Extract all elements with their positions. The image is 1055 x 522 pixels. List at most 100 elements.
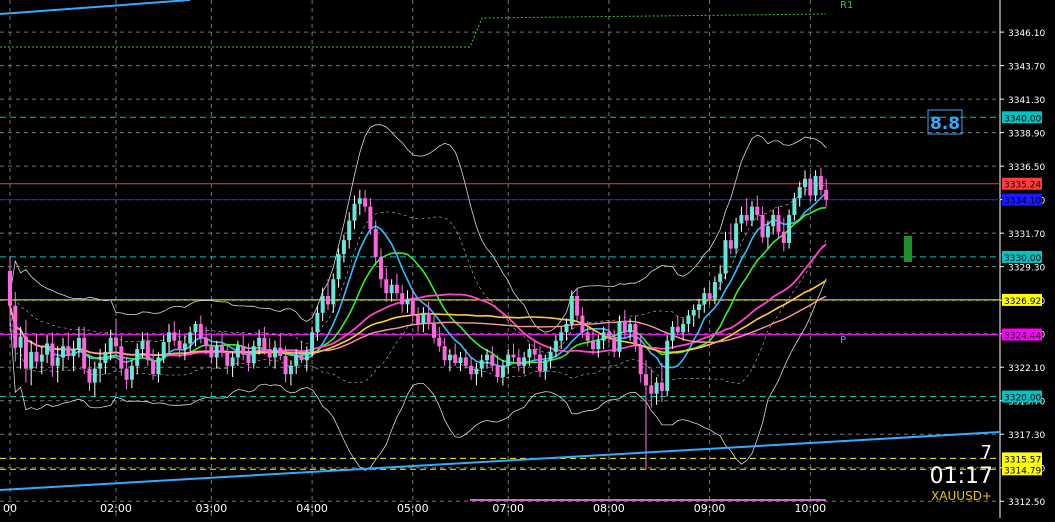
y-tick-label: 3331.70 bbox=[1008, 230, 1045, 240]
y-tick-label: 3338.90 bbox=[1008, 130, 1045, 140]
candle-body bbox=[135, 349, 140, 366]
candle-body bbox=[39, 354, 44, 362]
candle-body bbox=[320, 296, 325, 313]
candle-body bbox=[92, 368, 97, 383]
candle-body bbox=[432, 323, 436, 338]
pivot-r1-label: R1 bbox=[840, 0, 853, 11]
trend-line-lower bbox=[0, 431, 1001, 491]
candle-body bbox=[516, 357, 521, 366]
candle-body bbox=[198, 323, 203, 338]
candle-body bbox=[177, 340, 182, 350]
candle-body bbox=[204, 337, 209, 347]
bar-count-label: 7 bbox=[980, 442, 992, 463]
candle-body bbox=[585, 332, 590, 341]
candle-body bbox=[384, 279, 389, 294]
candle-body bbox=[209, 346, 214, 358]
candle-body bbox=[797, 187, 802, 199]
y-tick-label: 3341.30 bbox=[1008, 96, 1045, 106]
candle-body bbox=[580, 315, 585, 333]
y-tick-label: 3329.30 bbox=[1008, 264, 1045, 274]
candle-body bbox=[437, 337, 442, 347]
x-tick-label: 03:00 bbox=[196, 502, 228, 515]
candle-body bbox=[352, 203, 357, 221]
candle-body bbox=[442, 346, 447, 361]
candle-body bbox=[326, 296, 330, 305]
candle-body bbox=[776, 215, 781, 232]
candle-body bbox=[299, 354, 304, 361]
candle-body bbox=[416, 315, 421, 324]
time-axis: 00 02:00 03:00 04:00 05:00 07:00 08:00 09:00 10:… bbox=[3, 502, 826, 515]
candle-body bbox=[792, 198, 797, 216]
candle-body bbox=[235, 346, 240, 358]
candle-body bbox=[257, 337, 262, 347]
candle-body bbox=[273, 347, 277, 358]
x-tick-label: 10:00 bbox=[794, 502, 826, 515]
candle-body bbox=[506, 354, 511, 366]
candle-body bbox=[193, 323, 198, 333]
y-tick-label: 3346.10 bbox=[1008, 29, 1045, 39]
candle-body bbox=[500, 365, 505, 377]
candle-body bbox=[336, 254, 341, 280]
candle-body bbox=[723, 240, 728, 274]
candle-body bbox=[734, 223, 739, 249]
candle-body bbox=[98, 363, 103, 369]
candle-body bbox=[304, 351, 309, 361]
candle-body bbox=[495, 365, 500, 377]
candle-body bbox=[45, 343, 50, 355]
candle-body bbox=[718, 273, 723, 283]
candle-body bbox=[294, 354, 299, 366]
candle-body bbox=[712, 282, 717, 299]
candle-body bbox=[421, 312, 426, 324]
price-levels bbox=[0, 116, 1000, 470]
candle-body bbox=[818, 175, 823, 190]
candle-body bbox=[151, 360, 156, 375]
candle-body bbox=[87, 368, 92, 383]
candle-body bbox=[29, 351, 34, 369]
candle-body bbox=[490, 354, 495, 366]
candle-body bbox=[453, 354, 458, 364]
price-chart[interactable]: 3346.10 3343.70 3341.30 3338.90 3336.50 3334.… bbox=[0, 0, 1055, 518]
y-tick-label: 3343.70 bbox=[1008, 63, 1045, 73]
trend-line-upper bbox=[0, 0, 191, 15]
candle-body bbox=[50, 343, 55, 366]
chart-window[interactable]: 3346.10 3343.70 3341.30 3338.90 3336.50 3334.… bbox=[0, 0, 1055, 518]
price-label-text: 3330.00 bbox=[1004, 254, 1041, 264]
y-tick-label: 3312.50 bbox=[1008, 498, 1045, 508]
candle-body bbox=[474, 368, 479, 375]
price-label-text: 3335.24 bbox=[1004, 181, 1041, 191]
candle-body bbox=[161, 342, 166, 358]
candle-body bbox=[559, 332, 564, 341]
candle-body bbox=[649, 385, 654, 394]
candle-body bbox=[426, 312, 431, 324]
annotations: R1 P 8.8 bbox=[0, 0, 1001, 501]
candle-body bbox=[458, 357, 463, 364]
candle-body bbox=[728, 240, 733, 249]
candle-body bbox=[622, 321, 627, 333]
candle-body bbox=[145, 340, 150, 361]
candle-body bbox=[548, 351, 553, 361]
x-tick-label: 00 bbox=[3, 502, 17, 515]
y-tick-label: 3317.30 bbox=[1008, 431, 1045, 441]
candle-body bbox=[522, 357, 527, 366]
candle-body bbox=[167, 332, 171, 343]
candle-body bbox=[82, 337, 87, 369]
candle-body bbox=[341, 240, 346, 255]
value-box-label: 8.8 bbox=[930, 114, 960, 134]
candle-body bbox=[214, 346, 219, 358]
candle-body bbox=[485, 354, 489, 361]
symbol-label: XAUUSD+ bbox=[931, 489, 992, 503]
x-tick-label: 07:00 bbox=[492, 502, 524, 515]
candle-body bbox=[283, 356, 288, 375]
candle-body bbox=[241, 346, 246, 355]
candle-body bbox=[781, 231, 786, 243]
candle-body bbox=[55, 357, 60, 366]
countdown-label: 01:17 bbox=[929, 464, 993, 489]
candle-body bbox=[686, 315, 691, 324]
pivot-p-label: P bbox=[840, 335, 846, 346]
candle-body bbox=[659, 382, 664, 391]
candle-body bbox=[34, 351, 39, 362]
candle-body bbox=[61, 346, 65, 358]
candle-body bbox=[394, 284, 399, 294]
candle-body bbox=[564, 323, 569, 333]
candle-body bbox=[368, 206, 373, 229]
